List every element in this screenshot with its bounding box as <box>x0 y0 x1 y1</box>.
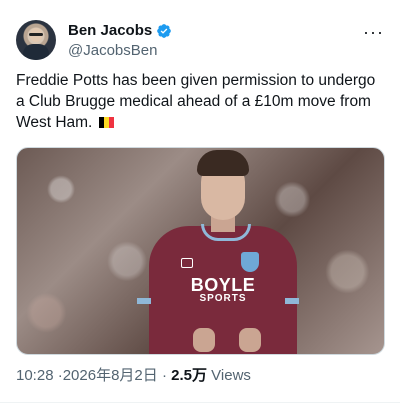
tweet-metadata: 10:28 ·2026年8月2日 · 2.5万 Views <box>16 366 251 386</box>
views-count: 2.5万 <box>171 367 207 384</box>
author-name-row[interactable]: Ben Jacobs <box>68 21 172 40</box>
avatar[interactable] <box>16 20 56 60</box>
tweet-image[interactable]: BOYLE SPORTS <box>16 147 385 355</box>
views-label: Views <box>211 367 251 384</box>
tweet-body: Freddie Potts has been given permission … <box>16 72 376 131</box>
jersey-sponsor: BOYLE SPORTS <box>190 275 256 304</box>
kit-maker-logo-icon <box>181 258 193 268</box>
belgium-flag-icon <box>98 117 114 128</box>
player-photo: BOYLE SPORTS <box>137 148 299 354</box>
tweet-date[interactable]: 2026年8月2日 <box>63 367 158 384</box>
meta-separator: · <box>161 367 167 384</box>
tweet-time[interactable]: 10:28 <box>16 367 54 384</box>
author-display-name[interactable]: Ben Jacobs <box>68 21 152 40</box>
author-info: Ben Jacobs @JacobsBen <box>68 21 172 61</box>
club-crest-icon <box>241 252 259 272</box>
tweet-text: Freddie Potts has been given permission … <box>16 70 386 133</box>
verified-badge-icon <box>157 23 172 38</box>
more-options-icon[interactable]: ··· <box>363 22 384 43</box>
author-handle[interactable]: @JacobsBen <box>68 41 172 61</box>
tweet-header: Ben Jacobs @JacobsBen ··· <box>16 16 384 64</box>
